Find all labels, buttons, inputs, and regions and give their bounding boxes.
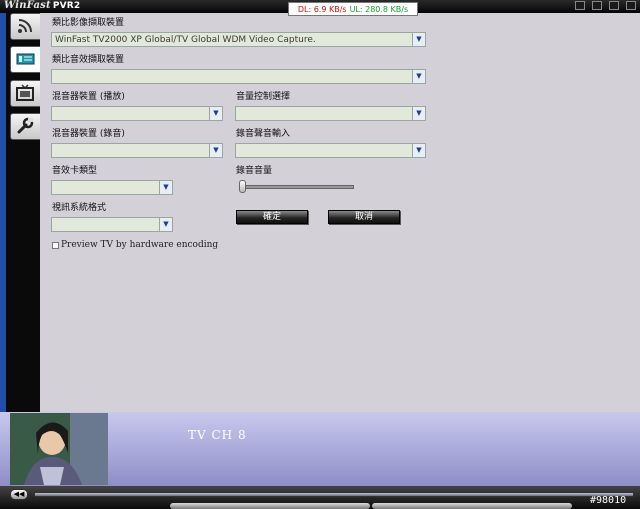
record-input-select[interactable]: ▼ xyxy=(235,143,426,158)
preview-hardware-label: Preview TV by hardware encoding xyxy=(61,240,219,250)
tab-tv[interactable] xyxy=(10,80,40,107)
maximize-button[interactable] xyxy=(609,1,619,10)
app-logo: WinFast PVR2 xyxy=(4,0,81,11)
soundcard-type-select[interactable]: ▼ xyxy=(51,180,173,195)
mixer-play-label: 混音器裝置 (播放) xyxy=(52,92,125,102)
video-preview-thumbnail[interactable] xyxy=(10,413,108,485)
volume-control-select[interactable]: ▼ xyxy=(235,106,426,121)
control-pill-right[interactable] xyxy=(372,503,572,509)
preview-hardware-checkbox[interactable] xyxy=(52,242,59,249)
wrench-icon xyxy=(17,117,34,134)
tab-settings[interactable] xyxy=(10,113,40,140)
rewind-icon: ◀◀ xyxy=(13,490,25,498)
transfer-speed-box: DL: 6.9 KB/s UL: 280.8 KB/s xyxy=(288,2,418,16)
record-volume-slider-handle[interactable] xyxy=(239,180,246,193)
chevron-down-icon: ▼ xyxy=(159,181,172,194)
upload-speed: UL: 280.8 KB/s xyxy=(349,5,409,14)
channel-label: TV CH 8 xyxy=(188,428,247,442)
chevron-down-icon: ▼ xyxy=(412,70,425,83)
video-frame-image xyxy=(10,413,108,485)
minimize-button[interactable] xyxy=(575,1,585,10)
seek-bar[interactable] xyxy=(34,492,634,497)
left-accent-line xyxy=(0,13,6,412)
rss-icon xyxy=(18,19,32,33)
video-format-label: 視訊系統格式 xyxy=(52,203,107,213)
chevron-down-icon: ▼ xyxy=(412,33,425,46)
chevron-down-icon: ▼ xyxy=(412,144,425,157)
watermark-text: #98010 xyxy=(590,495,627,506)
audio-capture-select[interactable]: ▼ xyxy=(51,69,426,84)
mixer-play-select[interactable]: ▼ xyxy=(51,106,223,121)
close-button[interactable] xyxy=(626,1,636,10)
record-volume-track[interactable] xyxy=(241,185,354,189)
video-capture-label: 類比影像擷取裝置 xyxy=(52,18,125,28)
tab-rss[interactable] xyxy=(10,13,40,40)
cancel-button[interactable]: 取消 xyxy=(328,210,400,224)
control-pill-left[interactable] xyxy=(170,503,370,509)
rewind-button[interactable]: ◀◀ xyxy=(10,489,28,500)
record-input-label: 錄音聲音輸入 xyxy=(236,129,291,139)
audio-capture-label: 類比音效擷取裝置 xyxy=(52,55,125,65)
chevron-down-icon: ▼ xyxy=(209,107,222,120)
chevron-down-icon: ▼ xyxy=(159,218,172,231)
download-speed: DL: 6.9 KB/s xyxy=(297,5,347,14)
mixer-record-select[interactable]: ▼ xyxy=(51,143,223,158)
chevron-down-icon: ▼ xyxy=(412,107,425,120)
capture-device-icon xyxy=(16,53,35,65)
record-volume-label: 錄音音量 xyxy=(236,166,273,176)
tab-capture-device[interactable] xyxy=(10,46,42,73)
video-format-select[interactable]: ▼ xyxy=(51,217,173,232)
mixer-record-label: 混音器裝置 (錄音) xyxy=(52,129,125,139)
chevron-down-icon: ▼ xyxy=(209,144,222,157)
tv-icon xyxy=(16,84,34,101)
soundcard-type-label: 音效卡類型 xyxy=(52,166,98,176)
restore-button[interactable] xyxy=(592,1,602,10)
ok-button[interactable]: 確定 xyxy=(236,210,308,224)
video-capture-select[interactable]: WinFast TV2000 XP Global/TV Global WDM V… xyxy=(51,32,426,47)
volume-control-label: 音量控制選擇 xyxy=(236,92,291,102)
